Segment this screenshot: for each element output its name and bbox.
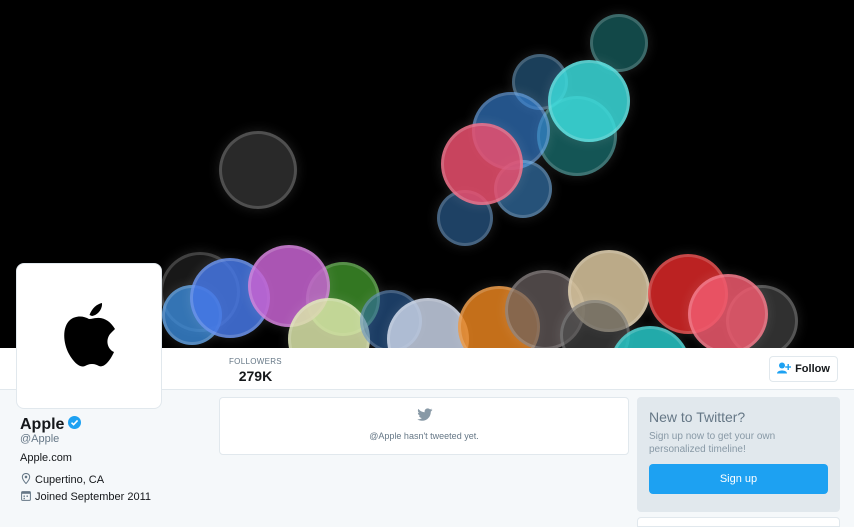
avatar[interactable] — [16, 263, 162, 409]
timeline-card: @Apple hasn't tweeted yet. — [219, 397, 629, 455]
signup-title: New to Twitter? — [649, 409, 746, 425]
next-sidebar-card — [637, 517, 840, 527]
follow-label: Follow — [795, 363, 830, 375]
follow-button[interactable]: Follow — [769, 356, 838, 382]
bokeh-circle — [441, 123, 523, 205]
location-text: Cupertino, CA — [35, 474, 105, 486]
location-pin-icon — [21, 472, 31, 487]
signup-card: New to Twitter? Sign up now to get your … — [637, 397, 840, 512]
bokeh-circle — [548, 60, 630, 142]
signup-button[interactable]: Sign up — [649, 464, 828, 494]
twitter-bird-icon — [417, 408, 433, 422]
apple-logo-icon — [59, 298, 119, 375]
followers-label: FOLLOWERS — [229, 357, 282, 366]
joined-text: Joined September 2011 — [35, 491, 151, 503]
profile-handle: @Apple — [20, 433, 60, 445]
empty-timeline-text: @Apple hasn't tweeted yet. — [369, 431, 479, 441]
profile-location: Cupertino, CA — [21, 472, 105, 487]
profile-name-text: Apple — [20, 416, 65, 433]
profile-joined: Joined September 2011 — [21, 490, 151, 504]
verified-badge-icon — [68, 416, 82, 434]
signup-subtitle: Sign up now to get your own personalized… — [649, 431, 776, 455]
bokeh-circle — [219, 131, 297, 209]
bokeh-circle — [688, 274, 768, 348]
calendar-icon — [21, 490, 31, 504]
profile-website-link[interactable]: Apple.com — [20, 452, 72, 464]
followers-count: 279K — [238, 368, 273, 384]
profile-name: Apple — [20, 416, 82, 434]
followers-stat[interactable]: FOLLOWERS 279K — [229, 357, 282, 384]
add-user-icon — [777, 362, 792, 377]
